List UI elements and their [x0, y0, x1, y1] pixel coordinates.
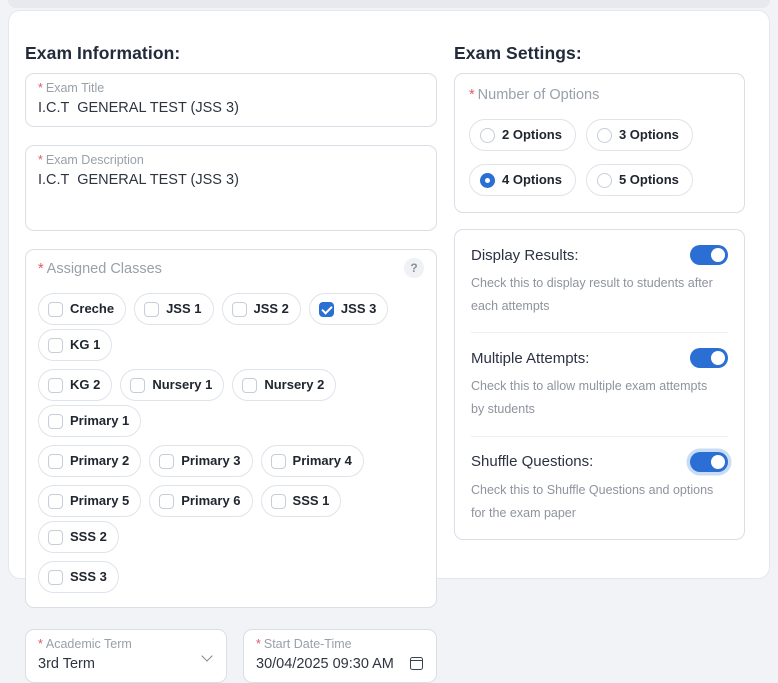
radio-icon [597, 173, 612, 188]
checkbox-icon [159, 454, 174, 469]
checkbox-icon [48, 378, 63, 393]
checkbox-icon [48, 302, 63, 317]
academic-term-value[interactable]: 3rd Term [38, 655, 192, 674]
required-asterisk: * [38, 153, 43, 167]
radio-icon [597, 128, 612, 143]
number-of-options-field: *Number of Options 2 Options 3 Options 4… [454, 73, 745, 213]
assigned-classes-field: *Assigned Classes ? Creche JSS 1 JSS 2 J… [25, 249, 437, 608]
checkbox-icon [144, 302, 159, 317]
help-icon[interactable]: ? [404, 258, 424, 278]
class-pill-primary-1[interactable]: Primary 1 [38, 405, 141, 437]
checkbox-icon [48, 494, 63, 509]
exam-form-card: Exam Information: *Exam Title I.C.T GENE… [8, 10, 770, 579]
required-asterisk: * [469, 87, 475, 103]
calendar-icon[interactable] [410, 657, 423, 670]
class-pill-creche[interactable]: Creche [38, 293, 126, 325]
start-datetime-input[interactable]: *Start Date-Time 30/04/2025 09:30 AM [243, 629, 437, 683]
required-asterisk: * [38, 81, 43, 95]
checkbox-icon [232, 302, 247, 317]
checkbox-icon [271, 454, 286, 469]
academic-term-label: *Academic Term [38, 636, 192, 653]
display-results-description: Check this to display result to students… [471, 272, 721, 318]
shuffle-questions-label: Shuffle Questions: [471, 453, 593, 470]
class-pill-jss-1[interactable]: JSS 1 [134, 293, 213, 325]
exam-information-column: Exam Information: *Exam Title I.C.T GENE… [25, 43, 437, 578]
multiple-attempts-label: Multiple Attempts: [471, 350, 589, 367]
class-pill-primary-4[interactable]: Primary 4 [261, 445, 364, 477]
required-asterisk: * [256, 637, 261, 651]
checkbox-icon [48, 530, 63, 545]
checkbox-icon [48, 338, 63, 353]
assigned-classes-label: *Assigned Classes [38, 260, 162, 279]
display-results-label: Display Results: [471, 247, 579, 264]
checkbox-icon [130, 378, 145, 393]
required-asterisk: * [38, 261, 44, 277]
start-datetime-value[interactable]: 30/04/2025 09:30 AM [256, 655, 424, 674]
shuffle-questions-toggle[interactable] [690, 452, 728, 472]
class-pill-primary-2[interactable]: Primary 2 [38, 445, 141, 477]
class-pill-kg-2[interactable]: KG 2 [38, 369, 112, 401]
multiple-attempts-toggle[interactable] [690, 348, 728, 368]
shuffle-questions-description: Check this to Shuffle Questions and opti… [471, 479, 721, 525]
class-pill-sss-3[interactable]: SSS 3 [38, 561, 119, 593]
radio-selected-icon [480, 173, 495, 188]
class-pill-sss-1[interactable]: SSS 1 [261, 485, 342, 517]
class-pill-jss-3[interactable]: JSS 3 [309, 293, 388, 325]
setting-display-results: Display Results: Check this to display r… [471, 230, 728, 333]
class-pill-primary-6[interactable]: Primary 6 [149, 485, 252, 517]
checkbox-icon [48, 454, 63, 469]
radio-4-options[interactable]: 4 Options [469, 164, 576, 196]
multiple-attempts-description: Check this to allow multiple exam attemp… [471, 375, 721, 421]
radio-3-options[interactable]: 3 Options [586, 119, 693, 151]
exam-title-field[interactable]: *Exam Title I.C.T GENERAL TEST (JSS 3) [25, 73, 437, 127]
checkbox-icon [48, 414, 63, 429]
checkbox-icon [48, 570, 63, 585]
class-pill-list: Creche JSS 1 JSS 2 JSS 3 KG 1 KG 2 Nurse… [38, 293, 424, 593]
exam-title-value[interactable]: I.C.T GENERAL TEST (JSS 3) [38, 99, 424, 118]
radio-5-options[interactable]: 5 Options [586, 164, 693, 196]
exam-title-label: *Exam Title [38, 80, 424, 97]
radio-2-options[interactable]: 2 Options [469, 119, 576, 151]
display-results-toggle[interactable] [690, 245, 728, 265]
checkbox-icon [159, 494, 174, 509]
previous-card-bottom-edge [8, 0, 770, 8]
radio-icon [480, 128, 495, 143]
options-radio-group: 2 Options 3 Options 4 Options 5 Options [469, 119, 730, 196]
exam-description-field[interactable]: *Exam Description I.C.T GENERAL TEST (JS… [25, 145, 437, 231]
setting-multiple-attempts: Multiple Attempts: Check this to allow m… [471, 333, 728, 436]
class-pill-nursery-2[interactable]: Nursery 2 [232, 369, 336, 401]
exam-description-value[interactable]: I.C.T GENERAL TEST (JSS 3) [38, 171, 424, 190]
exam-settings-column: Exam Settings: *Number of Options 2 Opti… [454, 43, 745, 578]
checkbox-checked-icon [319, 302, 334, 317]
checkbox-icon [242, 378, 257, 393]
chevron-down-icon[interactable] [201, 650, 212, 661]
class-pill-jss-2[interactable]: JSS 2 [222, 293, 301, 325]
term-and-date-row: *Academic Term 3rd Term *Start Date-Time… [25, 629, 437, 683]
number-of-options-label: *Number of Options [469, 86, 730, 105]
exam-description-label: *Exam Description [38, 152, 424, 169]
class-pill-kg-1[interactable]: KG 1 [38, 329, 112, 361]
class-pill-sss-2[interactable]: SSS 2 [38, 521, 119, 553]
setting-shuffle-questions: Shuffle Questions: Check this to Shuffle… [471, 437, 728, 539]
class-pill-primary-5[interactable]: Primary 5 [38, 485, 141, 517]
exam-information-heading: Exam Information: [25, 43, 437, 64]
required-asterisk: * [38, 637, 43, 651]
class-pill-primary-3[interactable]: Primary 3 [149, 445, 252, 477]
checkbox-icon [271, 494, 286, 509]
academic-term-select[interactable]: *Academic Term 3rd Term [25, 629, 227, 683]
exam-settings-heading: Exam Settings: [454, 43, 745, 64]
start-datetime-label: *Start Date-Time [256, 636, 424, 653]
toggle-settings-panel: Display Results: Check this to display r… [454, 229, 745, 540]
class-pill-nursery-1[interactable]: Nursery 1 [120, 369, 224, 401]
